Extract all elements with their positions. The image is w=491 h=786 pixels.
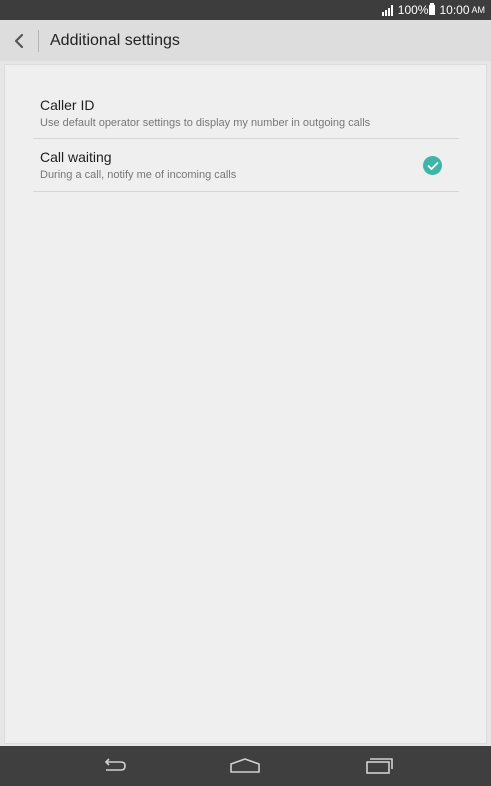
setting-subtitle: Use default operator settings to display… [40,117,371,129]
action-bar: Additional settings [0,20,491,61]
back-button[interactable] [0,20,38,61]
check-icon [427,161,438,170]
back-icon [104,758,126,771]
settings-list: Caller ID Use default operator settings … [4,64,487,744]
battery-icon [429,3,436,15]
navigation-bar [0,746,491,786]
battery-percent: 100% [397,3,429,17]
nav-back-button[interactable] [83,746,143,786]
clock-ampm: AM [471,5,486,15]
setting-title: Call waiting [40,149,112,165]
nav-home-button[interactable] [215,746,275,786]
setting-title: Caller ID [40,97,95,113]
setting-call-waiting[interactable]: Call waiting During a call, notify me of… [33,139,459,192]
signal-icon [381,4,394,16]
status-bar: 100% 10:00 AM [0,0,491,20]
action-bar-divider [38,29,39,52]
call-waiting-checkbox[interactable] [423,156,442,175]
page-title: Additional settings [50,31,180,49]
recent-apps-icon [366,758,393,774]
setting-subtitle: During a call, notify me of incoming cal… [40,169,237,181]
clock-time: 10:00 [439,3,470,17]
chevron-left-icon [14,33,24,48]
setting-caller-id[interactable]: Caller ID Use default operator settings … [33,89,459,139]
nav-recent-apps-button[interactable] [349,746,409,786]
home-icon [230,758,260,773]
